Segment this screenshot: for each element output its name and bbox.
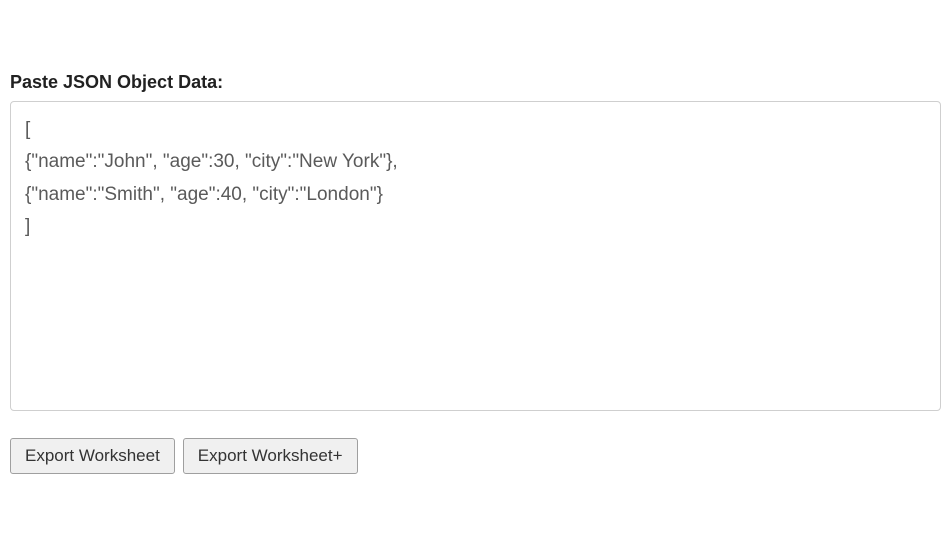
button-row: Export Worksheet Export Worksheet+ [10,438,941,474]
json-input-label: Paste JSON Object Data: [10,72,941,93]
json-input-textarea[interactable] [10,101,941,411]
export-worksheet-button[interactable]: Export Worksheet [10,438,175,474]
main-container: Paste JSON Object Data: Export Worksheet… [0,0,951,474]
export-worksheet-plus-button[interactable]: Export Worksheet+ [183,438,358,474]
